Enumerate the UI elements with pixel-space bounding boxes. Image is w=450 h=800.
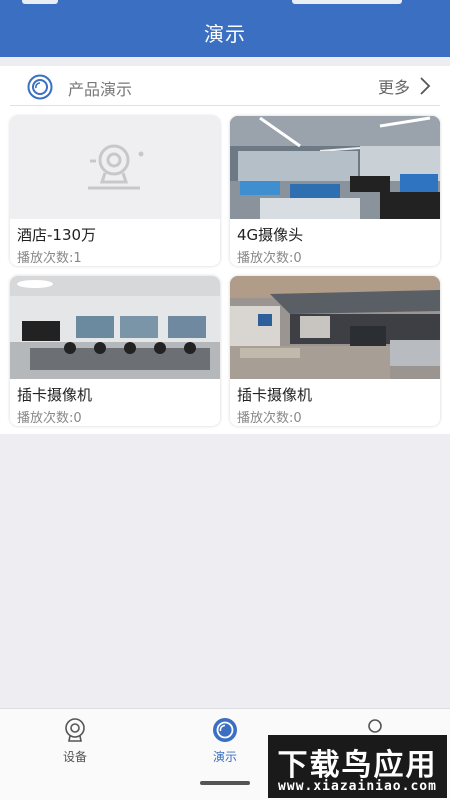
demo-section-icon [27,74,53,100]
card-play-count: 播放次数:0 [17,411,82,426]
tab-demo[interactable]: 演示 [165,709,285,771]
demo-icon [213,718,237,742]
chevron-right-icon [420,77,431,95]
card-play-count: 播放次数:1 [17,251,82,266]
home-indicator [200,781,250,785]
tab-label: 设备 [62,750,87,764]
card-title: 插卡摄像机 [237,386,313,404]
watermark-title: 下载鸟应用 [277,748,438,783]
status-time [22,0,58,4]
card-play-count: 播放次数:0 [237,251,302,266]
more-label: 更多 [377,78,410,97]
card-thumbnail-parking-lot [230,276,440,379]
card-thumbnail-placeholder [10,116,220,219]
card-title: 4G摄像头 [237,226,304,244]
camera-placeholder-icon [88,144,144,190]
card-thumbnail-meeting-room [10,276,220,379]
watermark-url: www.xiazainiao.com [278,779,437,794]
status-bar [0,0,450,6]
tab-devices[interactable]: 设备 [15,709,135,771]
card-thumbnail-office [230,116,440,219]
more-button[interactable]: 更多 [378,74,434,98]
section-title: 产品演示 [68,80,133,99]
page-title: 演示 [204,22,246,46]
card-title: 酒店-130万 [17,226,97,244]
tab-label: 演示 [212,750,237,764]
card-play-count: 播放次数:0 [237,411,302,426]
camera-icon [65,718,85,742]
demo-card[interactable]: 4G摄像头 播放次数:0 [230,116,440,266]
section-header: 产品演示 更多 [10,66,440,106]
status-indicators [292,0,402,4]
demo-panel: 产品演示 更多 酒店-130万 播放次数:1 4G摄像头 播放次数:0 插卡摄像… [0,66,450,434]
demo-card[interactable]: 酒店-130万 播放次数:1 [10,116,220,266]
card-title: 插卡摄像机 [17,386,93,404]
watermark-logo: 下载鸟应用 www.xiazainiao.com [268,735,447,798]
app-header: 演示 [0,0,450,57]
demo-card[interactable]: 插卡摄像机 播放次数:0 [230,276,440,426]
demo-card[interactable]: 插卡摄像机 播放次数:0 [10,276,220,426]
